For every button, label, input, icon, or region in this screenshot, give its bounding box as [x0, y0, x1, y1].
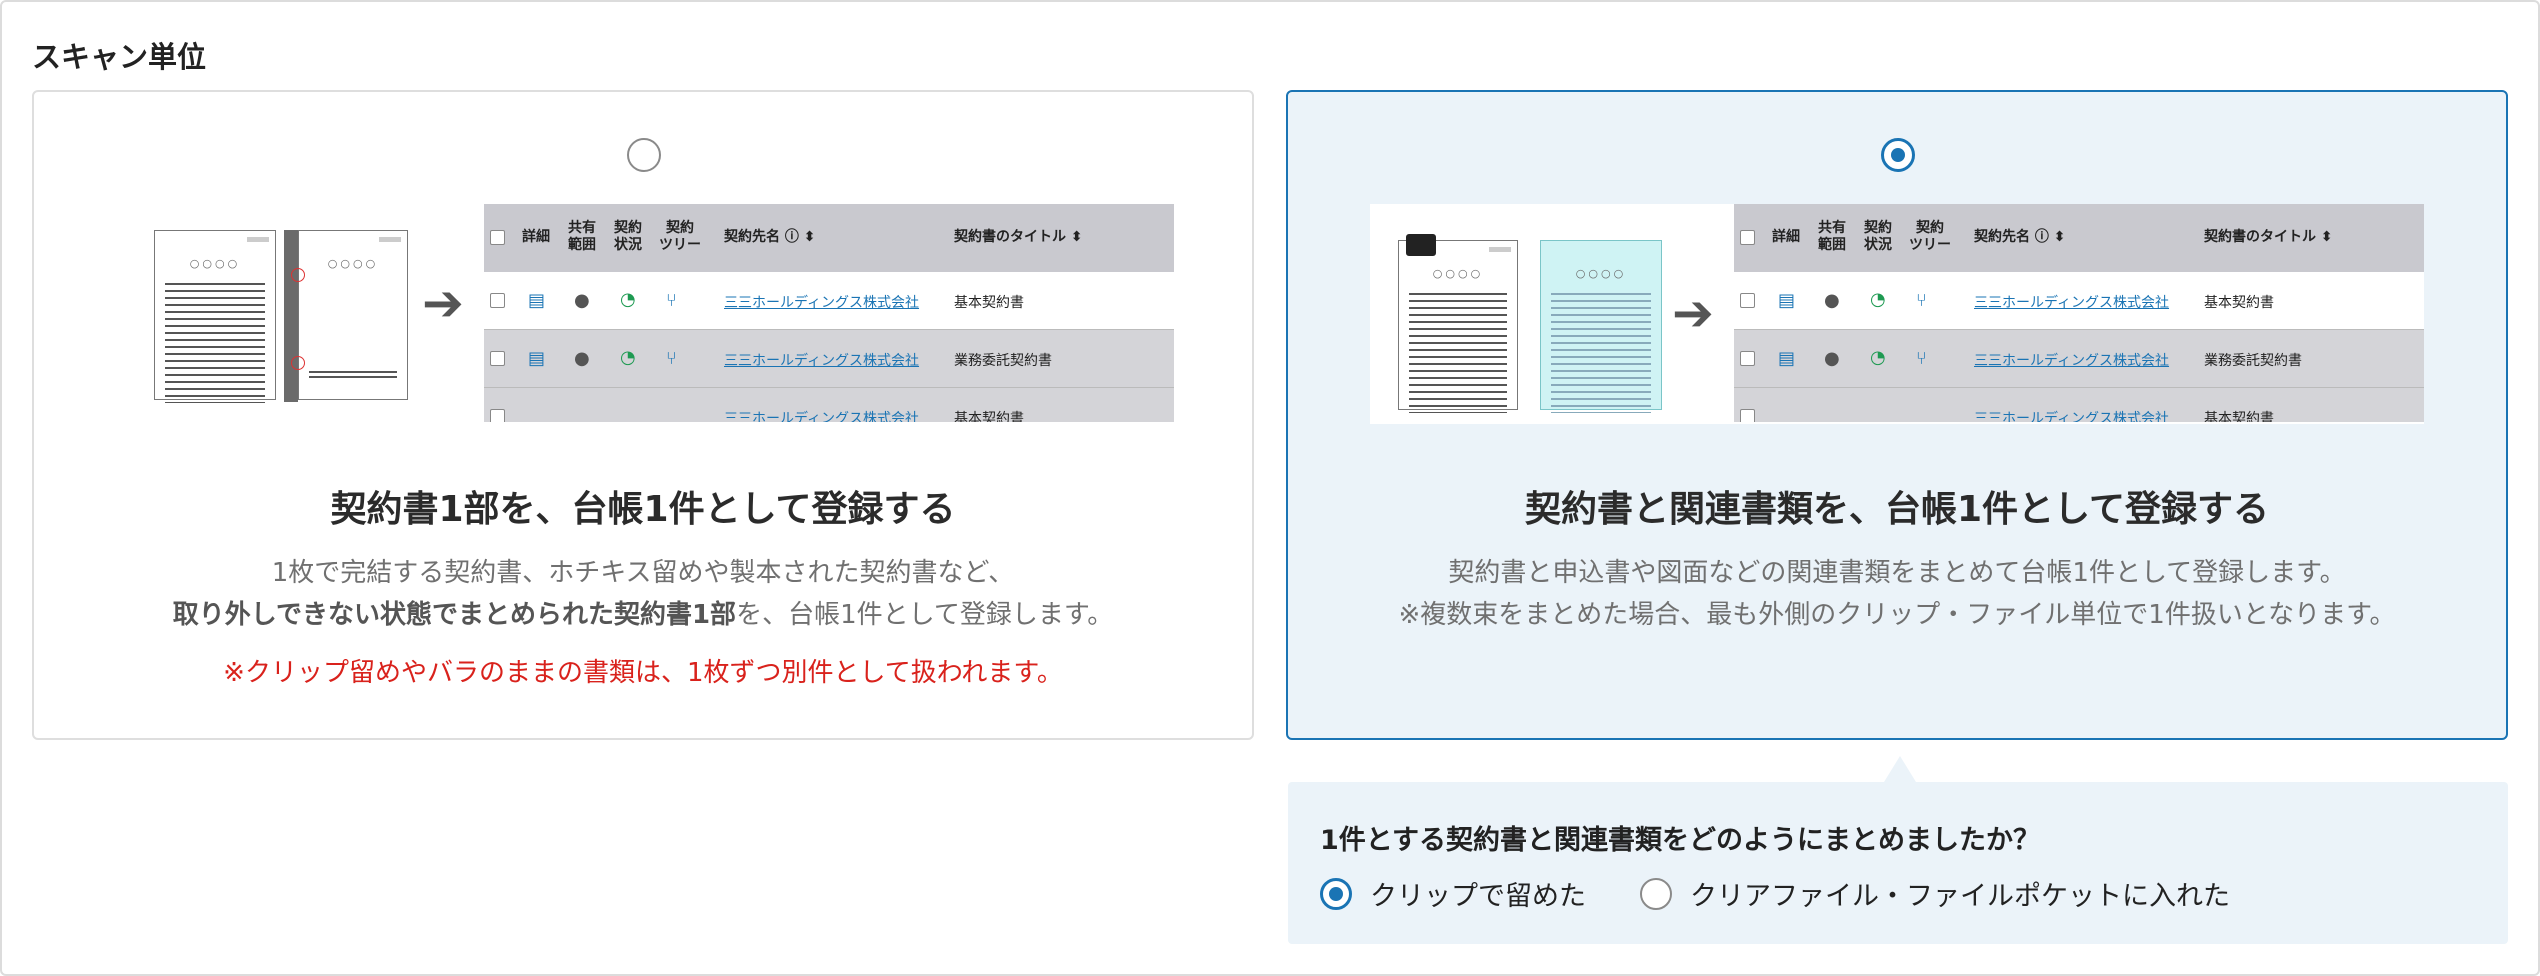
radio-clip[interactable] [1320, 877, 1352, 910]
bound-document-icon: ○○○○ [298, 230, 408, 400]
radio-single-contract[interactable] [627, 138, 661, 172]
clear-file-icon: ○○○○ [1540, 240, 1662, 413]
warning-text: ※クリップ留めやバラのままの書類は、1枚ずつ別件として扱われます。 [223, 658, 1063, 688]
card-title: 契約書と関連書類を、台帳1件として登録する [1525, 489, 2269, 530]
card-title: 契約書1部を、台帳1件として登録する [330, 489, 956, 530]
grouping-method-panel: 1件とする契約書と関連書類をどのようにまとめましたか？ クリップで留めた クリア… [1288, 782, 2508, 944]
arrow-right-icon: ➔ [422, 274, 464, 332]
radio-clear-file[interactable] [1640, 877, 1672, 910]
option-clip-label: クリップで留めた [1370, 881, 1586, 912]
document-icon: ○○○○ [1398, 240, 1518, 413]
option-clear-file-label: クリアファイル・ファイルポケットに入れた [1690, 881, 2230, 912]
option-clip[interactable]: クリップで留めた [1320, 874, 1586, 913]
clip-icon [1406, 234, 1436, 256]
option-clear-file[interactable]: クリアファイル・ファイルポケットに入れた [1640, 874, 2230, 913]
binding-spine [284, 230, 298, 402]
document-icon: ○○○○ [154, 230, 276, 403]
arrow-right-icon: ➔ [1672, 284, 1714, 342]
illustration-related: ○○○○ ○○○○ ➔ 詳細 共有 範囲 契約 状況 契約 ツリー 契約先名 ⓘ… [1370, 204, 2424, 424]
grouping-question: 1件とする契約書と関連書類をどのようにまとめましたか？ [1320, 825, 2040, 856]
section-title: スキャン単位 [32, 40, 207, 74]
option-card-single-contract[interactable]: ○○○○ ○○○○ ➔ 詳細 共有 範囲 契約 状況 契約 ツリー 契約先名 ⓘ… [32, 90, 1254, 740]
radio-contract-with-related[interactable] [1881, 138, 1915, 172]
illustration-single: ○○○○ ○○○○ ➔ 詳細 共有 範囲 契約 状況 契約 ツリー 契約先名 ⓘ… [154, 204, 1174, 424]
ledger-table-preview: 詳細 共有 範囲 契約 状況 契約 ツリー 契約先名 ⓘ ⬍ 契約書のタイトル … [484, 204, 1174, 422]
subpanel-pointer [1884, 756, 1916, 782]
card-description: 1枚で完結する契約書、ホチキス留めや製本された契約書など、 取り外しできない状態… [172, 558, 1114, 630]
card-description: 契約書と申込書や図面などの関連書類をまとめて台帳1件として登録します。 ※複数束… [1398, 558, 2396, 630]
ledger-table-preview: 詳細 共有 範囲 契約 状況 契約 ツリー 契約先名 ⓘ ⬍ 契約書のタイトル … [1734, 204, 2424, 422]
option-card-contract-with-related[interactable]: ○○○○ ○○○○ ➔ 詳細 共有 範囲 契約 状況 契約 ツリー 契約先名 ⓘ… [1286, 90, 2508, 740]
